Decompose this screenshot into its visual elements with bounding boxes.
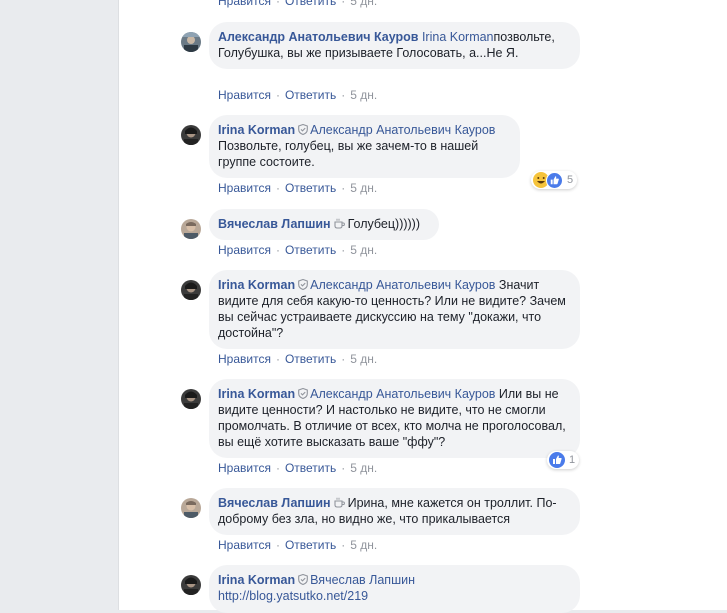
like-link[interactable]: Нравится — [218, 538, 271, 552]
like-reaction-icon — [549, 452, 565, 468]
comment-bubble: Irina Korman Вячеслав Лапшин http://blog.y… — [209, 565, 580, 613]
comment-text: Голубец)))))) — [347, 217, 421, 231]
shield-icon — [298, 388, 308, 399]
reply-link[interactable]: Ответить — [285, 88, 336, 102]
timestamp[interactable]: 5 дн. — [350, 0, 377, 8]
shield-icon — [298, 279, 308, 290]
timestamp[interactable]: 5 дн. — [350, 88, 377, 102]
tagged-user[interactable]: Вячеслав Лапшин — [310, 573, 415, 587]
comment-author[interactable]: Irina Korman — [218, 573, 295, 587]
coffee-cup-icon — [334, 497, 345, 508]
shield-icon — [298, 124, 308, 135]
comment-actions: Нравится · Ответить · 5 дн. — [218, 461, 378, 475]
like-reaction-icon — [546, 171, 563, 189]
reaction-summary[interactable]: 5 — [531, 171, 578, 189]
comment-bubble: Александр Анатольевич Кауров Irina Korma… — [209, 22, 580, 69]
comment-author[interactable]: Александр Анатольевич Кауров — [218, 30, 418, 44]
reply-link[interactable]: Ответить — [285, 0, 336, 8]
tagged-user[interactable]: Александр Анатольевич Кауров — [310, 387, 495, 401]
comment-actions: Нравится · Ответить · 5 дн. — [218, 181, 378, 195]
like-link[interactable]: Нравится — [218, 461, 271, 475]
avatar[interactable] — [181, 498, 201, 518]
comment-bubble: Вячеслав Лапшин Голубец)))))) — [209, 209, 439, 240]
comment-author[interactable]: Irina Korman — [218, 387, 295, 401]
timestamp[interactable]: 5 дн. — [350, 181, 377, 195]
comment-link[interactable]: http://blog.yatsutko.net/219 — [218, 589, 368, 603]
comment-bubble: Irina Korman Александр Анатольевич Кауров… — [209, 379, 580, 458]
timestamp[interactable]: 5 дн. — [350, 243, 377, 257]
comment-author[interactable]: Вячеслав Лапшин — [218, 496, 331, 510]
reply-link[interactable]: Ответить — [285, 352, 336, 366]
comment-author[interactable]: Irina Korman — [218, 278, 295, 292]
comment-bubble: Irina Korman Александр Анатольевич Кауров… — [209, 270, 580, 349]
tagged-user[interactable]: Irina Korman — [422, 30, 494, 44]
like-link[interactable]: Нравится — [218, 0, 271, 8]
thread-rail — [118, 0, 119, 610]
reply-link[interactable]: Ответить — [285, 181, 336, 195]
comment-author[interactable]: Irina Korman — [218, 123, 295, 137]
comment-bubble: Irina Korman Александр Анатольевич Кауров… — [209, 115, 520, 178]
comment-author[interactable]: Вячеслав Лапшин — [218, 217, 331, 231]
avatar[interactable] — [181, 32, 201, 52]
comment-actions: Нравится · Ответить · 5 дн. — [218, 538, 378, 552]
avatar[interactable] — [181, 219, 201, 239]
comment-actions: Нравится · Ответить · 5 дн. — [218, 0, 377, 8]
comment-actions: Нравится · Ответить · 5 дн. — [218, 88, 378, 102]
avatar[interactable] — [181, 575, 201, 595]
tagged-user[interactable]: Александр Анатольевич Кауров — [310, 278, 495, 292]
timestamp[interactable]: 5 дн. — [350, 352, 377, 366]
avatar[interactable] — [181, 389, 201, 409]
comment-bubble: Вячеслав Лапшин Ирина, мне кажется он тро… — [209, 488, 580, 535]
reply-link[interactable]: Ответить — [285, 243, 336, 257]
reply-link[interactable]: Ответить — [285, 461, 336, 475]
avatar[interactable] — [181, 280, 201, 300]
avatar[interactable] — [181, 125, 201, 145]
comment-actions: Нравится · Ответить · 5 дн. — [218, 352, 378, 366]
reaction-count: 5 — [567, 174, 574, 186]
like-link[interactable]: Нравится — [218, 243, 271, 257]
comment-text: Позвольте, голубец, вы же зачем-то в наш… — [218, 139, 479, 169]
coffee-cup-icon — [334, 218, 345, 229]
comment-actions: Нравится · Ответить · 5 дн. — [218, 243, 378, 257]
timestamp[interactable]: 5 дн. — [350, 538, 377, 552]
like-link[interactable]: Нравится — [218, 88, 271, 102]
reaction-count: 1 — [569, 454, 576, 466]
timestamp[interactable]: 5 дн. — [350, 461, 377, 475]
tagged-user[interactable]: Александр Анатольевич Кауров — [310, 123, 495, 137]
like-link[interactable]: Нравится — [218, 181, 271, 195]
shield-icon — [298, 574, 308, 585]
reaction-summary[interactable]: 1 — [547, 451, 580, 469]
reply-link[interactable]: Ответить — [285, 538, 336, 552]
like-link[interactable]: Нравится — [218, 352, 271, 366]
